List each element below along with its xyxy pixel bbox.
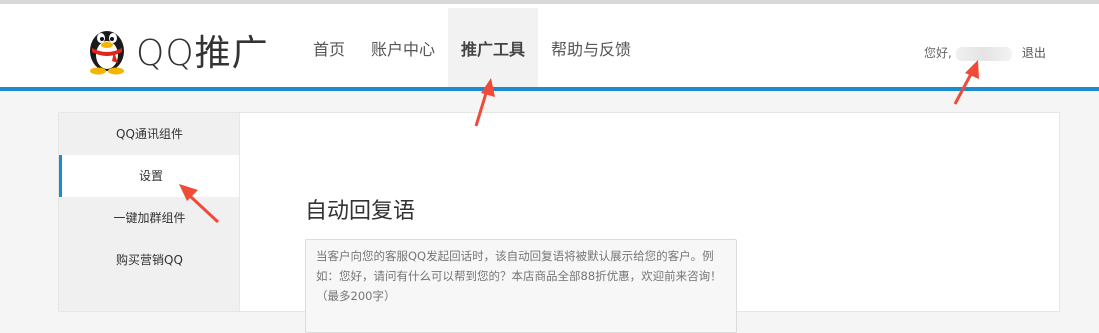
sidebar-item-qq-contact-widget[interactable]: QQ通讯组件 (59, 113, 240, 155)
logo[interactable]: QQ推广 (84, 22, 269, 78)
qq-penguin-icon (84, 21, 130, 79)
brand-name: QQ推广 (136, 33, 269, 74)
greeting-text: 您好, (924, 46, 952, 60)
nav-account-center[interactable]: 账户中心 (358, 8, 448, 91)
sidebar-item-buy-marketing-qq[interactable]: 购买营销QQ (59, 239, 240, 281)
page-title: 自动回复语 (305, 199, 416, 224)
redacted-username (955, 46, 1012, 61)
sidebar-item-settings[interactable]: 设置 (59, 155, 240, 197)
nav-help-feedback[interactable]: 帮助与反馈 (538, 8, 644, 91)
user-box: 您好, 退出 (924, 44, 1046, 61)
auto-reply-input[interactable] (305, 239, 737, 333)
main-nav: 首页 账户中心 推广工具 帮助与反馈 (300, 8, 644, 91)
main-panel: 自动回复语 (239, 112, 1060, 333)
logout-link[interactable]: 退出 (1022, 46, 1046, 60)
header-accent-bar (0, 87, 1099, 91)
sidebar-item-join-group-widget[interactable]: 一键加群组件 (59, 197, 240, 239)
header: QQ推广 首页 账户中心 推广工具 帮助与反馈 您好, 退出 (0, 4, 1099, 91)
sidebar: QQ通讯组件 设置 一键加群组件 购买营销QQ (58, 112, 240, 312)
nav-promotion-tools[interactable]: 推广工具 (448, 8, 539, 91)
nav-home[interactable]: 首页 (300, 8, 358, 91)
